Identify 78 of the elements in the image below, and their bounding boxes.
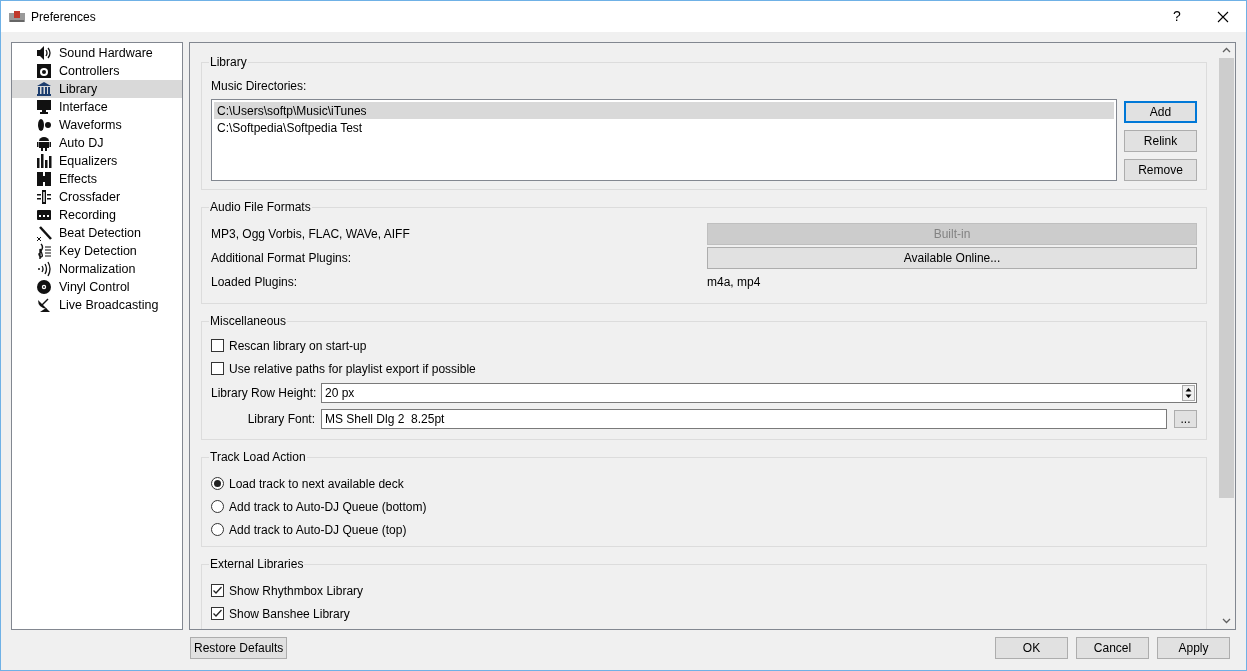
sidebar-item[interactable]: Auto DJ	[12, 134, 182, 152]
section-title: Miscellaneous	[209, 313, 288, 330]
radio-button[interactable]	[211, 477, 224, 490]
field-label: Library Font:	[246, 411, 315, 428]
restore-defaults-button[interactable]: Restore Defaults	[190, 637, 288, 659]
sidebar-item[interactable]: Library	[12, 80, 182, 98]
speaker-icon	[36, 45, 52, 61]
checkbox[interactable]	[211, 339, 224, 352]
sidebar-item[interactable]: Waveforms	[12, 116, 182, 134]
scroll-up-icon[interactable]	[1222, 47, 1231, 53]
plugin-button[interactable]: Available Online...	[707, 247, 1197, 269]
monitor-icon	[36, 99, 52, 115]
directory-item[interactable]: C:\Users\softp\Music\iTunes	[214, 102, 1114, 119]
field-label: Music Directories:	[211, 78, 308, 95]
section-title: External Libraries	[209, 556, 305, 573]
clef-icon	[36, 243, 52, 259]
field-label: Loaded Plugins:	[211, 274, 299, 291]
radio-label: Add track to Auto-DJ Queue (top)	[229, 521, 407, 539]
browse-button[interactable]: ...	[1174, 410, 1197, 428]
directory-button[interactable]: Relink	[1124, 130, 1197, 152]
field-label: Additional Format Plugins:	[211, 250, 353, 267]
close-icon	[1217, 10, 1229, 23]
speaker-box-icon	[36, 63, 52, 79]
field-value: m4a, mp4	[707, 274, 761, 291]
sidebar-item[interactable]: Sound Hardware	[12, 44, 182, 62]
spin-box[interactable]: 20 px	[321, 383, 1197, 403]
section-title: Track Load Action	[209, 449, 307, 466]
sidebar-item[interactable]: Controllers	[12, 62, 182, 80]
plugin-button: Built-in	[707, 223, 1197, 245]
robot-icon	[36, 135, 52, 151]
sidebar-item[interactable]: Beat Detection	[12, 224, 182, 242]
sidebar-item[interactable]: Recording	[12, 206, 182, 224]
help-button[interactable]: ?	[1154, 1, 1200, 32]
dialog-button[interactable]: OK	[995, 637, 1068, 659]
radio-label: Load track to next available deck	[229, 475, 404, 493]
dialog-button[interactable]: Cancel	[1076, 637, 1149, 659]
section-title: Library	[209, 54, 248, 71]
checkbox-label: Rescan library on start-up	[229, 337, 367, 355]
app-icon	[9, 9, 25, 24]
field-label: Library Row Height:	[211, 385, 315, 402]
dialog-button[interactable]: Apply	[1157, 637, 1230, 659]
radio-button[interactable]	[211, 523, 224, 536]
window-title: Preferences	[31, 8, 96, 26]
sidebar-item[interactable]: Live Broadcasting	[12, 296, 182, 314]
wand-icon	[36, 225, 52, 241]
checkbox[interactable]	[211, 362, 224, 375]
scrollbar-thumb[interactable]	[1219, 58, 1234, 498]
sidebar-item[interactable]: Effects	[12, 170, 182, 188]
directory-item[interactable]: C:\Softpedia\Softpedia Test	[214, 119, 1114, 136]
checkbox-label: Use relative paths for playlist export if possible	[229, 360, 476, 378]
crossfader-icon	[36, 189, 52, 205]
vinyl-icon	[36, 279, 52, 295]
cassette-icon	[36, 207, 52, 223]
spin-arrows-icon[interactable]	[1182, 385, 1195, 401]
satellite-dish-icon	[36, 297, 52, 313]
section-title: Audio File Formats	[209, 199, 312, 216]
columns-icon	[36, 81, 52, 97]
equalizer-icon	[36, 153, 52, 169]
waveform-icon	[36, 117, 52, 133]
radio-label: Add track to Auto-DJ Queue (bottom)	[229, 498, 427, 516]
sidebar-item[interactable]: Key Detection	[12, 242, 182, 260]
directory-list[interactable]: C:\Users\softp\Music\iTunes C:\Softpedia\Softpedia Test	[211, 99, 1117, 181]
sidebar-item[interactable]: Crossfader	[12, 188, 182, 206]
directory-button[interactable]: Add	[1124, 101, 1197, 123]
sidebar-item[interactable]: Equalizers	[12, 152, 182, 170]
checkbox[interactable]	[211, 607, 224, 620]
scroll-down-icon[interactable]	[1222, 618, 1231, 624]
radio-button[interactable]	[211, 500, 224, 513]
checkbox-label: Show Rhythmbox Library	[229, 582, 364, 600]
font-field[interactable]: MS Shell Dlg 2 8.25pt	[321, 409, 1167, 429]
field-label: MP3, Ogg Vorbis, FLAC, WAVe, AIFF	[211, 226, 411, 243]
checkbox[interactable]	[211, 584, 224, 597]
sound-waves-icon	[36, 261, 52, 277]
directory-button[interactable]: Remove	[1124, 159, 1197, 181]
sidebar-item[interactable]: Vinyl Control	[12, 278, 182, 296]
sidebar-item[interactable]: Interface	[12, 98, 182, 116]
checkbox-label: Show Banshee Library	[229, 605, 350, 623]
sidebar-item[interactable]: Normalization	[12, 260, 182, 278]
